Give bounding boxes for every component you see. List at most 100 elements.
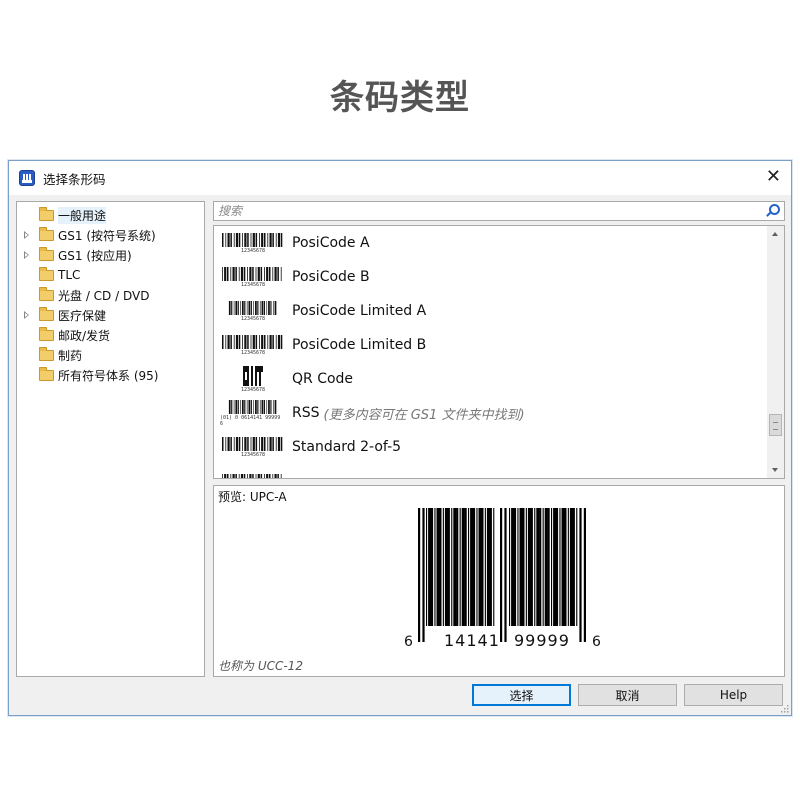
folder-icon [39, 226, 54, 241]
list-item-name: Standard 2-of-5 [292, 439, 402, 455]
tree-item[interactable]: 医疗保健 [17, 305, 204, 325]
list-item[interactable]: 12345678 PosiCode Limited B [214, 328, 768, 362]
barcode-guard-bar [418, 508, 421, 642]
barcode-thumbnail-digits: 12345678 [240, 281, 266, 288]
list-item[interactable]: 12345678 PosiCode A [214, 226, 768, 260]
search-icon[interactable] [764, 203, 780, 219]
tree-item[interactable]: 所有符号体系 (95) [17, 365, 204, 385]
barcode-thumbnail-icon: 12345678 [220, 297, 286, 325]
cancel-button[interactable]: 取消 [578, 684, 677, 706]
preview-note: 也称为 UCC-12 [218, 659, 303, 673]
scroll-up-arrow-icon[interactable] [767, 226, 784, 243]
list-item-name: QR Code [292, 371, 354, 387]
barcode-bar [539, 508, 542, 626]
folder-icon [39, 246, 54, 261]
close-icon[interactable]: ✕ [766, 167, 781, 187]
barcode-bar [493, 508, 495, 626]
vertical-scrollbar[interactable] [767, 226, 784, 478]
barcode-thumbnail-icon: 12345678 [220, 433, 286, 461]
barcode-bar [572, 508, 575, 626]
list-item-name: RSS [292, 405, 320, 421]
barcode-digit-left: 6 [404, 634, 413, 648]
barcode-thumbnail-digits: 12345678 [240, 315, 266, 322]
list-item[interactable]: (01) 0 0614141 99999 6 RSS (更多内容可在 GS1 文件夹… [214, 396, 768, 430]
folder-icon [39, 266, 54, 281]
barcode-guard-bar [422, 508, 425, 642]
category-tree[interactable]: 一般用途 GS1 (按符号系统) GS1 (按应用) TLC 光盘 / CD / DVD… [16, 201, 205, 677]
barcode-bar [544, 508, 548, 626]
resize-grip-icon[interactable] [779, 703, 789, 713]
barcode-digit-right: 6 [592, 634, 601, 648]
qr-code-icon: 12345678 [220, 365, 286, 393]
folder-icon [39, 206, 54, 221]
barcode-bar [547, 508, 550, 626]
barcode-bar [444, 508, 448, 626]
barcode-thumbnail-digits: 12345678 [240, 386, 266, 393]
barcode-bar [534, 508, 536, 626]
barcode-bar [553, 508, 557, 626]
tree-item[interactable]: 制药 [17, 345, 204, 365]
help-button[interactable]: Help [684, 684, 783, 706]
tree-item-label: 光盘 / CD / DVD [58, 288, 150, 303]
tree-item-label: TLC [58, 268, 81, 282]
tree-item[interactable]: TLC [17, 265, 204, 285]
barcode-bar [426, 508, 428, 626]
barcode-bar [476, 508, 478, 626]
barcode-bar [561, 508, 565, 626]
barcode-bar [439, 508, 442, 626]
scroll-down-arrow-icon[interactable] [767, 461, 784, 478]
barcode-thumbnail-icon: 12345678 [220, 331, 286, 359]
expand-arrow-icon[interactable] [24, 251, 29, 259]
barcode-guard-bar [583, 508, 586, 642]
expand-arrow-icon[interactable] [24, 231, 29, 239]
list-item[interactable]: 12345678 PosiCode Limited A [214, 294, 768, 328]
barcode-bar [473, 508, 476, 626]
barcode-bar [527, 508, 531, 626]
barcode-bar [442, 508, 444, 626]
barcode-digits-left-group: 14141 [444, 631, 500, 648]
symbology-list[interactable]: 12345678 PosiCode A 12345678 PosiCode B 1234… [213, 225, 785, 479]
barcode-bar [509, 508, 511, 626]
tree-item-label: GS1 (按应用) [58, 248, 132, 263]
folder-icon [39, 346, 54, 361]
select-button[interactable]: 选择 [472, 684, 571, 706]
barcode-thumbnail-icon: 12345678 [220, 263, 286, 291]
tree-item[interactable]: 一般用途 [17, 205, 204, 225]
barcode-bar [567, 508, 569, 626]
tree-item[interactable]: GS1 (按符号系统) [17, 225, 204, 245]
barcode-bar [456, 508, 459, 626]
list-item[interactable] [214, 464, 768, 478]
folder-icon [39, 366, 54, 381]
tree-item[interactable]: 邮政/发货 [17, 325, 204, 345]
barcode-bar [486, 508, 490, 626]
barcode-bar [436, 508, 440, 626]
scroll-thumb[interactable] [769, 414, 782, 436]
barcode-bar [556, 508, 559, 626]
barcode-bar [481, 508, 484, 626]
folder-icon [39, 286, 54, 301]
barcode-bar [522, 508, 525, 626]
barcode-thumbnail-icon: (01) 0 0614141 99999 6 [220, 399, 286, 427]
barcode-bar [511, 508, 515, 626]
barcode-bar [470, 508, 474, 626]
barcode-thumbnail-digits: 12345678 [240, 349, 266, 356]
app-barcode-icon [19, 170, 35, 186]
expand-arrow-icon[interactable] [24, 311, 29, 319]
list-item[interactable]: 12345678 QR Code [214, 362, 768, 396]
barcode-bar [434, 508, 436, 626]
tree-item-label: 邮政/发货 [58, 328, 111, 343]
list-item[interactable]: 12345678 PosiCode B [214, 260, 768, 294]
folder-icon [39, 306, 54, 321]
tree-item[interactable]: 光盘 / CD / DVD [17, 285, 204, 305]
list-item[interactable]: 12345678 Standard 2-of-5 [214, 430, 768, 464]
barcode-digits-right-group: 99999 [514, 631, 570, 648]
barcode-thumbnail-digits: 12345678 [240, 247, 266, 254]
search-input[interactable] [214, 202, 764, 220]
barcode-bar [484, 508, 486, 626]
tree-item-label: 所有符号体系 (95) [58, 368, 159, 383]
barcode-bar [428, 508, 432, 626]
barcode-guard-bar [500, 508, 503, 642]
list-item-name: PosiCode A [292, 235, 370, 251]
tree-item[interactable]: GS1 (按应用) [17, 245, 204, 265]
barcode-bar [569, 508, 573, 626]
